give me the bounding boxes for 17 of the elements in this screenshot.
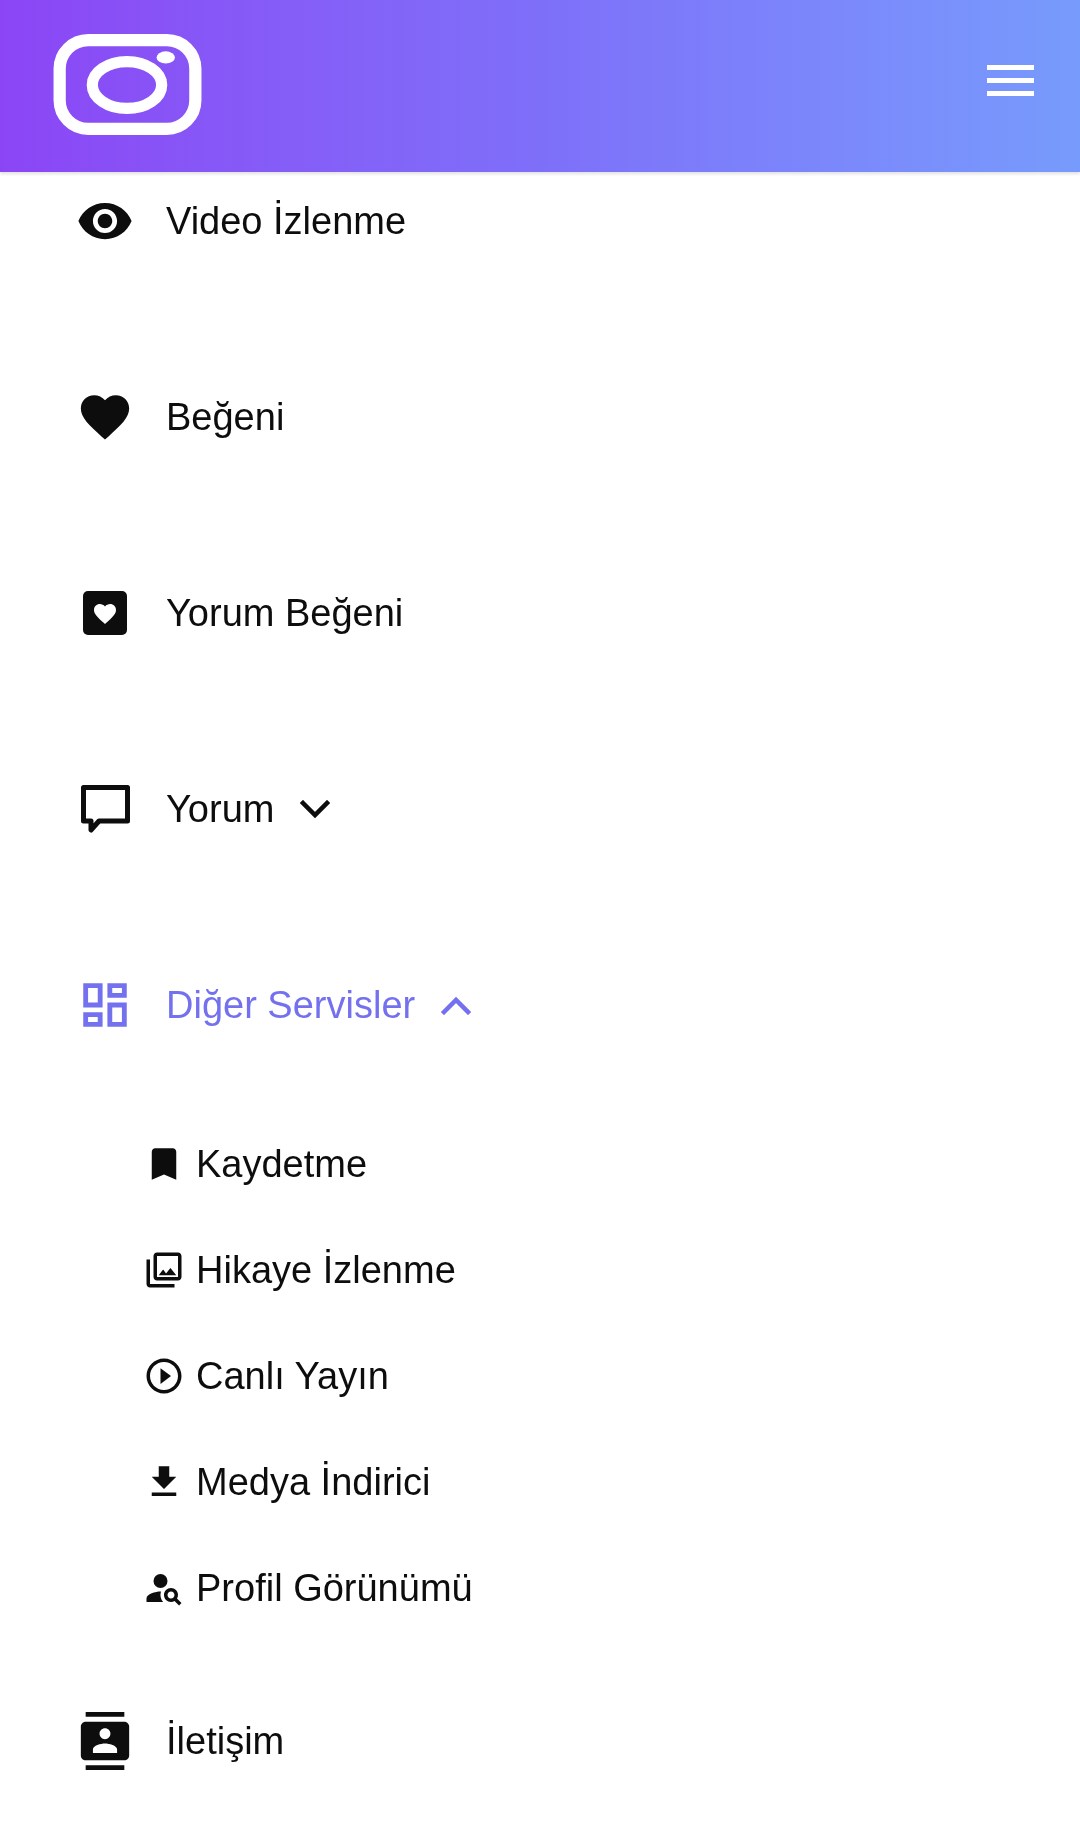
submenu-item[interactable]: Canlı Yayın [143,1351,389,1401]
submenu-item[interactable]: Kaydetme [143,1139,368,1189]
heart-square-icon [83,591,127,635]
speech-bubble-icon [80,785,130,833]
menu-item[interactable]: Video İzlenme [76,191,407,251]
submenu-item[interactable]: Profil Görünümü [143,1563,473,1613]
menu-item[interactable]: Yorum Beğeni [76,583,404,643]
chevron-down-icon [300,799,331,819]
submenu-item[interactable]: Hikaye İzlenme [143,1245,456,1295]
chevron-up-icon [441,995,472,1015]
menu-icon[interactable] [987,64,1034,96]
menu-item[interactable]: Yorum [76,779,331,839]
submenu-item[interactable]: Medya İndirici [143,1457,431,1507]
menu-item[interactable]: İletişim [76,1711,285,1771]
menu-item[interactable]: Beğeni [76,387,285,447]
logo-icon [52,33,203,135]
menu-item[interactable]: Diğer Servisler [76,975,472,1035]
